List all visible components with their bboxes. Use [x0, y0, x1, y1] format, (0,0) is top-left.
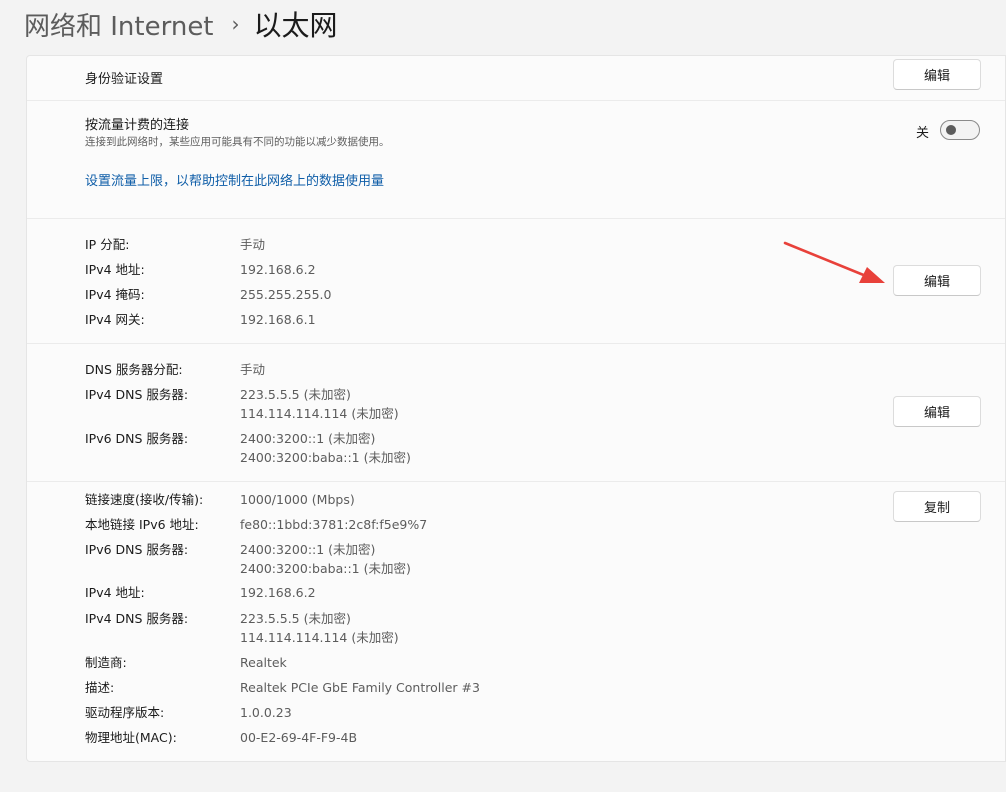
toggle-knob — [946, 125, 956, 135]
driver-version-value: 1.0.0.23 — [240, 705, 292, 720]
driver-version-label: 驱动程序版本: — [85, 705, 165, 720]
dns-ipv6-secondary: 2400:3200:baba::1 (未加密) — [240, 450, 411, 465]
props-ipv4-dns-values: 223.5.5.5 (未加密) 114.114.114.114 (未加密) — [240, 609, 399, 647]
settings-card: 身份验证设置 编辑 按流量计费的连接 连接到此网络时，某些应用可能具有不同的功能… — [26, 55, 1006, 762]
ipv4-gateway-label: IPv4 网关: — [85, 312, 145, 327]
dns-ipv4-secondary: 114.114.114.114 (未加密) — [240, 406, 399, 421]
ipv4-address-label: IPv4 地址: — [85, 262, 145, 277]
link-local-ipv6-value: fe80::1bbd:3781:2c8f:f5e9%7 — [240, 517, 428, 532]
auth-edit-button[interactable]: 编辑 — [893, 59, 981, 90]
metered-connection-title: 按流量计费的连接 — [85, 118, 190, 133]
dns-ipv6-primary: 2400:3200::1 (未加密) — [240, 431, 376, 446]
ip-assignment-value: 手动 — [240, 237, 266, 252]
auth-settings-row: 身份验证设置 编辑 — [27, 56, 1005, 101]
metered-toggle-state: 关 — [915, 126, 929, 141]
link-speed-label: 链接速度(接收/传输): — [85, 492, 204, 507]
dns-settings-section: DNS 服务器分配: 手动 IPv4 DNS 服务器: 223.5.5.5 (未… — [27, 343, 1005, 482]
props-ipv4-address-value: 192.168.6.2 — [240, 585, 316, 600]
ipv4-address-value: 192.168.6.2 — [240, 262, 316, 277]
metered-connection-section: 按流量计费的连接 连接到此网络时，某些应用可能具有不同的功能以减少数据使用。 关… — [27, 100, 1005, 219]
props-ipv4-dns-primary: 223.5.5.5 (未加密) — [240, 611, 351, 626]
ipv4-mask-label: IPv4 掩码: — [85, 287, 145, 302]
link-speed-value: 1000/1000 (Mbps) — [240, 492, 355, 507]
props-ipv6-dns-primary: 2400:3200::1 (未加密) — [240, 542, 376, 557]
link-local-ipv6-label: 本地链接 IPv6 地址: — [85, 517, 199, 532]
props-ipv4-dns-secondary: 114.114.114.114 (未加密) — [240, 630, 399, 645]
dns-assignment-label: DNS 服务器分配: — [85, 362, 183, 377]
ip-assignment-label: IP 分配: — [85, 237, 130, 252]
metered-connection-toggle[interactable] — [940, 120, 980, 140]
mac-address-value: 00-E2-69-4F-F9-4B — [240, 730, 358, 745]
properties-section: 复制 链接速度(接收/传输): 1000/1000 (Mbps) 本地链接 IP… — [27, 481, 1005, 763]
page-title: 以太网 — [253, 9, 338, 42]
copy-button[interactable]: 复制 — [893, 491, 981, 522]
dns-ipv4-values: 223.5.5.5 (未加密) 114.114.114.114 (未加密) — [240, 385, 399, 423]
dns-assignment-value: 手动 — [240, 362, 266, 377]
ip-settings-section: IP 分配: 手动 IPv4 地址: 192.168.6.2 IPv4 掩码: … — [27, 218, 1005, 344]
manufacturer-value: Realtek — [240, 655, 287, 670]
manufacturer-label: 制造商: — [85, 655, 127, 670]
ipv4-mask-value: 255.255.255.0 — [240, 287, 332, 302]
auth-settings-label: 身份验证设置 — [85, 72, 164, 87]
dns-ipv4-primary: 223.5.5.5 (未加密) — [240, 387, 351, 402]
mac-address-label: 物理地址(MAC): — [85, 730, 177, 745]
dns-ipv6-values: 2400:3200::1 (未加密) 2400:3200:baba::1 (未加… — [240, 429, 411, 467]
dns-ipv4-label: IPv4 DNS 服务器: — [85, 387, 189, 402]
props-ipv6-dns-label: IPv6 DNS 服务器: — [85, 542, 189, 557]
description-label: 描述: — [85, 680, 115, 695]
ipv4-gateway-value: 192.168.6.1 — [240, 312, 316, 327]
props-ipv4-dns-label: IPv4 DNS 服务器: — [85, 611, 189, 626]
props-ipv4-address-label: IPv4 地址: — [85, 585, 145, 600]
metered-connection-description: 连接到此网络时，某些应用可能具有不同的功能以减少数据使用。 — [85, 136, 390, 148]
props-ipv6-dns-secondary: 2400:3200:baba::1 (未加密) — [240, 561, 411, 576]
breadcrumb-parent[interactable]: 网络和 Internet — [24, 6, 214, 43]
breadcrumb-chevron-icon: › — [231, 12, 240, 36]
data-limit-link[interactable]: 设置流量上限，以帮助控制在此网络上的数据使用量 — [85, 170, 384, 189]
dns-edit-button[interactable]: 编辑 — [893, 396, 981, 427]
dns-ipv6-label: IPv6 DNS 服务器: — [85, 431, 189, 446]
breadcrumb: 网络和 Internet › 以太网 — [24, 6, 338, 42]
description-value: Realtek PCIe GbE Family Controller #3 — [240, 680, 480, 695]
props-ipv6-dns-values: 2400:3200::1 (未加密) 2400:3200:baba::1 (未加… — [240, 540, 411, 578]
ip-edit-button[interactable]: 编辑 — [893, 265, 981, 296]
